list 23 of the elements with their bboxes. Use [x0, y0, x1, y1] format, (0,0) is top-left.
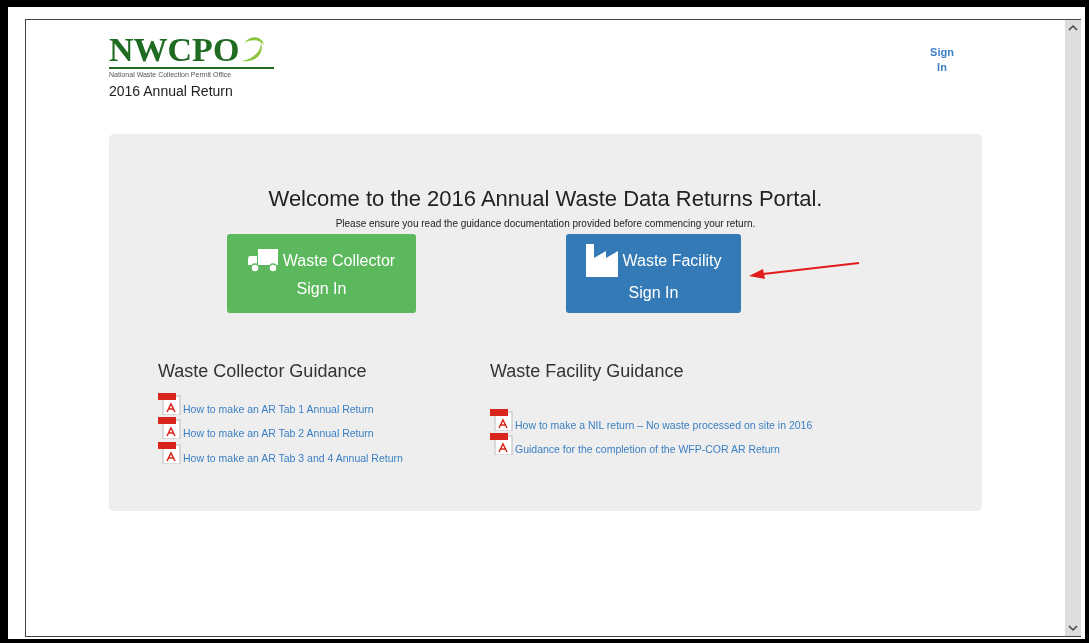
guidance-link[interactable]: Guidance for the completion of the WFP-COR AR Return — [515, 443, 780, 455]
scroll-up-icon[interactable] — [1068, 24, 1078, 32]
sign-in-link[interactable]: Sign In — [927, 45, 957, 99]
pdf-file-icon — [490, 433, 514, 455]
guidance-note: Please ensure you read the guidance documentation provided before commencing your return. — [334, 218, 757, 229]
subtitle: 2016 Annual Return — [109, 83, 234, 99]
guidance-link[interactable]: How to make an AR Tab 2 Annual Return — [183, 427, 374, 439]
collector-sign-in-button[interactable]: Waste Collector Sign In — [227, 234, 416, 313]
pdf-file-icon — [158, 417, 182, 439]
facility-sign-in-button[interactable]: Waste Facility Sign In — [566, 234, 741, 313]
pdf-file-icon — [158, 392, 182, 415]
factory-icon — [585, 243, 619, 277]
logo-wordmark: NWCPO — [109, 33, 240, 67]
guidance-link[interactable]: How to make a NIL return – No waste processed on site in 2016 — [515, 418, 813, 431]
pdf-file-icon — [490, 408, 514, 431]
guidance-link[interactable]: How to make an AR Tab 3 and 4 Annual Return — [183, 451, 403, 464]
welcome-heading: Welcome to the 2016 Annual Waste Data Returns Portal. — [267, 186, 824, 212]
guidance-link[interactable]: How to make an AR Tab 1 Annual Return — [183, 402, 374, 415]
pdf-file-icon — [158, 441, 182, 464]
scroll-down-icon[interactable] — [1068, 624, 1078, 632]
guidance-heading: Waste Facility Guidance — [490, 361, 685, 382]
guidance-heading: Waste Collector Guidance — [158, 361, 368, 382]
truck-icon — [247, 247, 279, 273]
